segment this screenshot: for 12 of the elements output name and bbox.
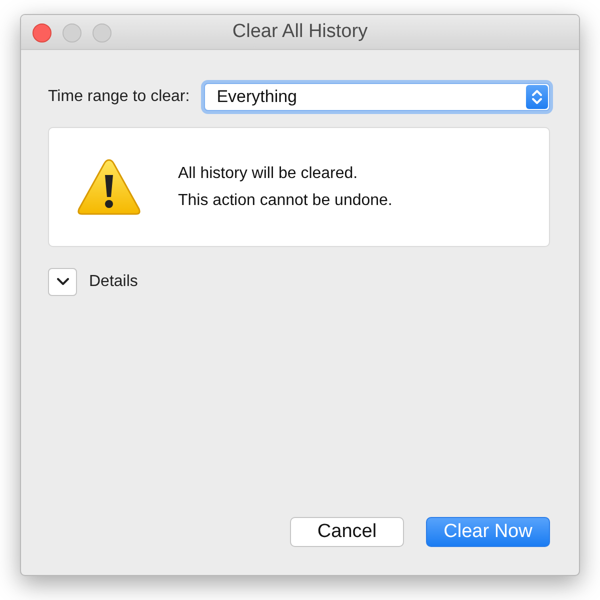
message-text: This action cannot be undone.	[178, 192, 392, 210]
details-toggle[interactable]	[48, 268, 77, 296]
chevron-icon	[56, 278, 68, 286]
message-text: All history will be cleared.	[178, 164, 359, 182]
details-label: Details	[89, 273, 138, 291]
up-down-arrows-icon	[531, 88, 543, 106]
time-range-select[interactable]: Everything	[204, 83, 550, 111]
window-title: Clear All History	[232, 21, 368, 42]
warning-icon	[76, 157, 142, 217]
close-button[interactable]	[32, 23, 52, 43]
time-range-label: Time range to clear:	[48, 88, 190, 106]
cancel-button[interactable]: Cancel	[290, 517, 404, 547]
